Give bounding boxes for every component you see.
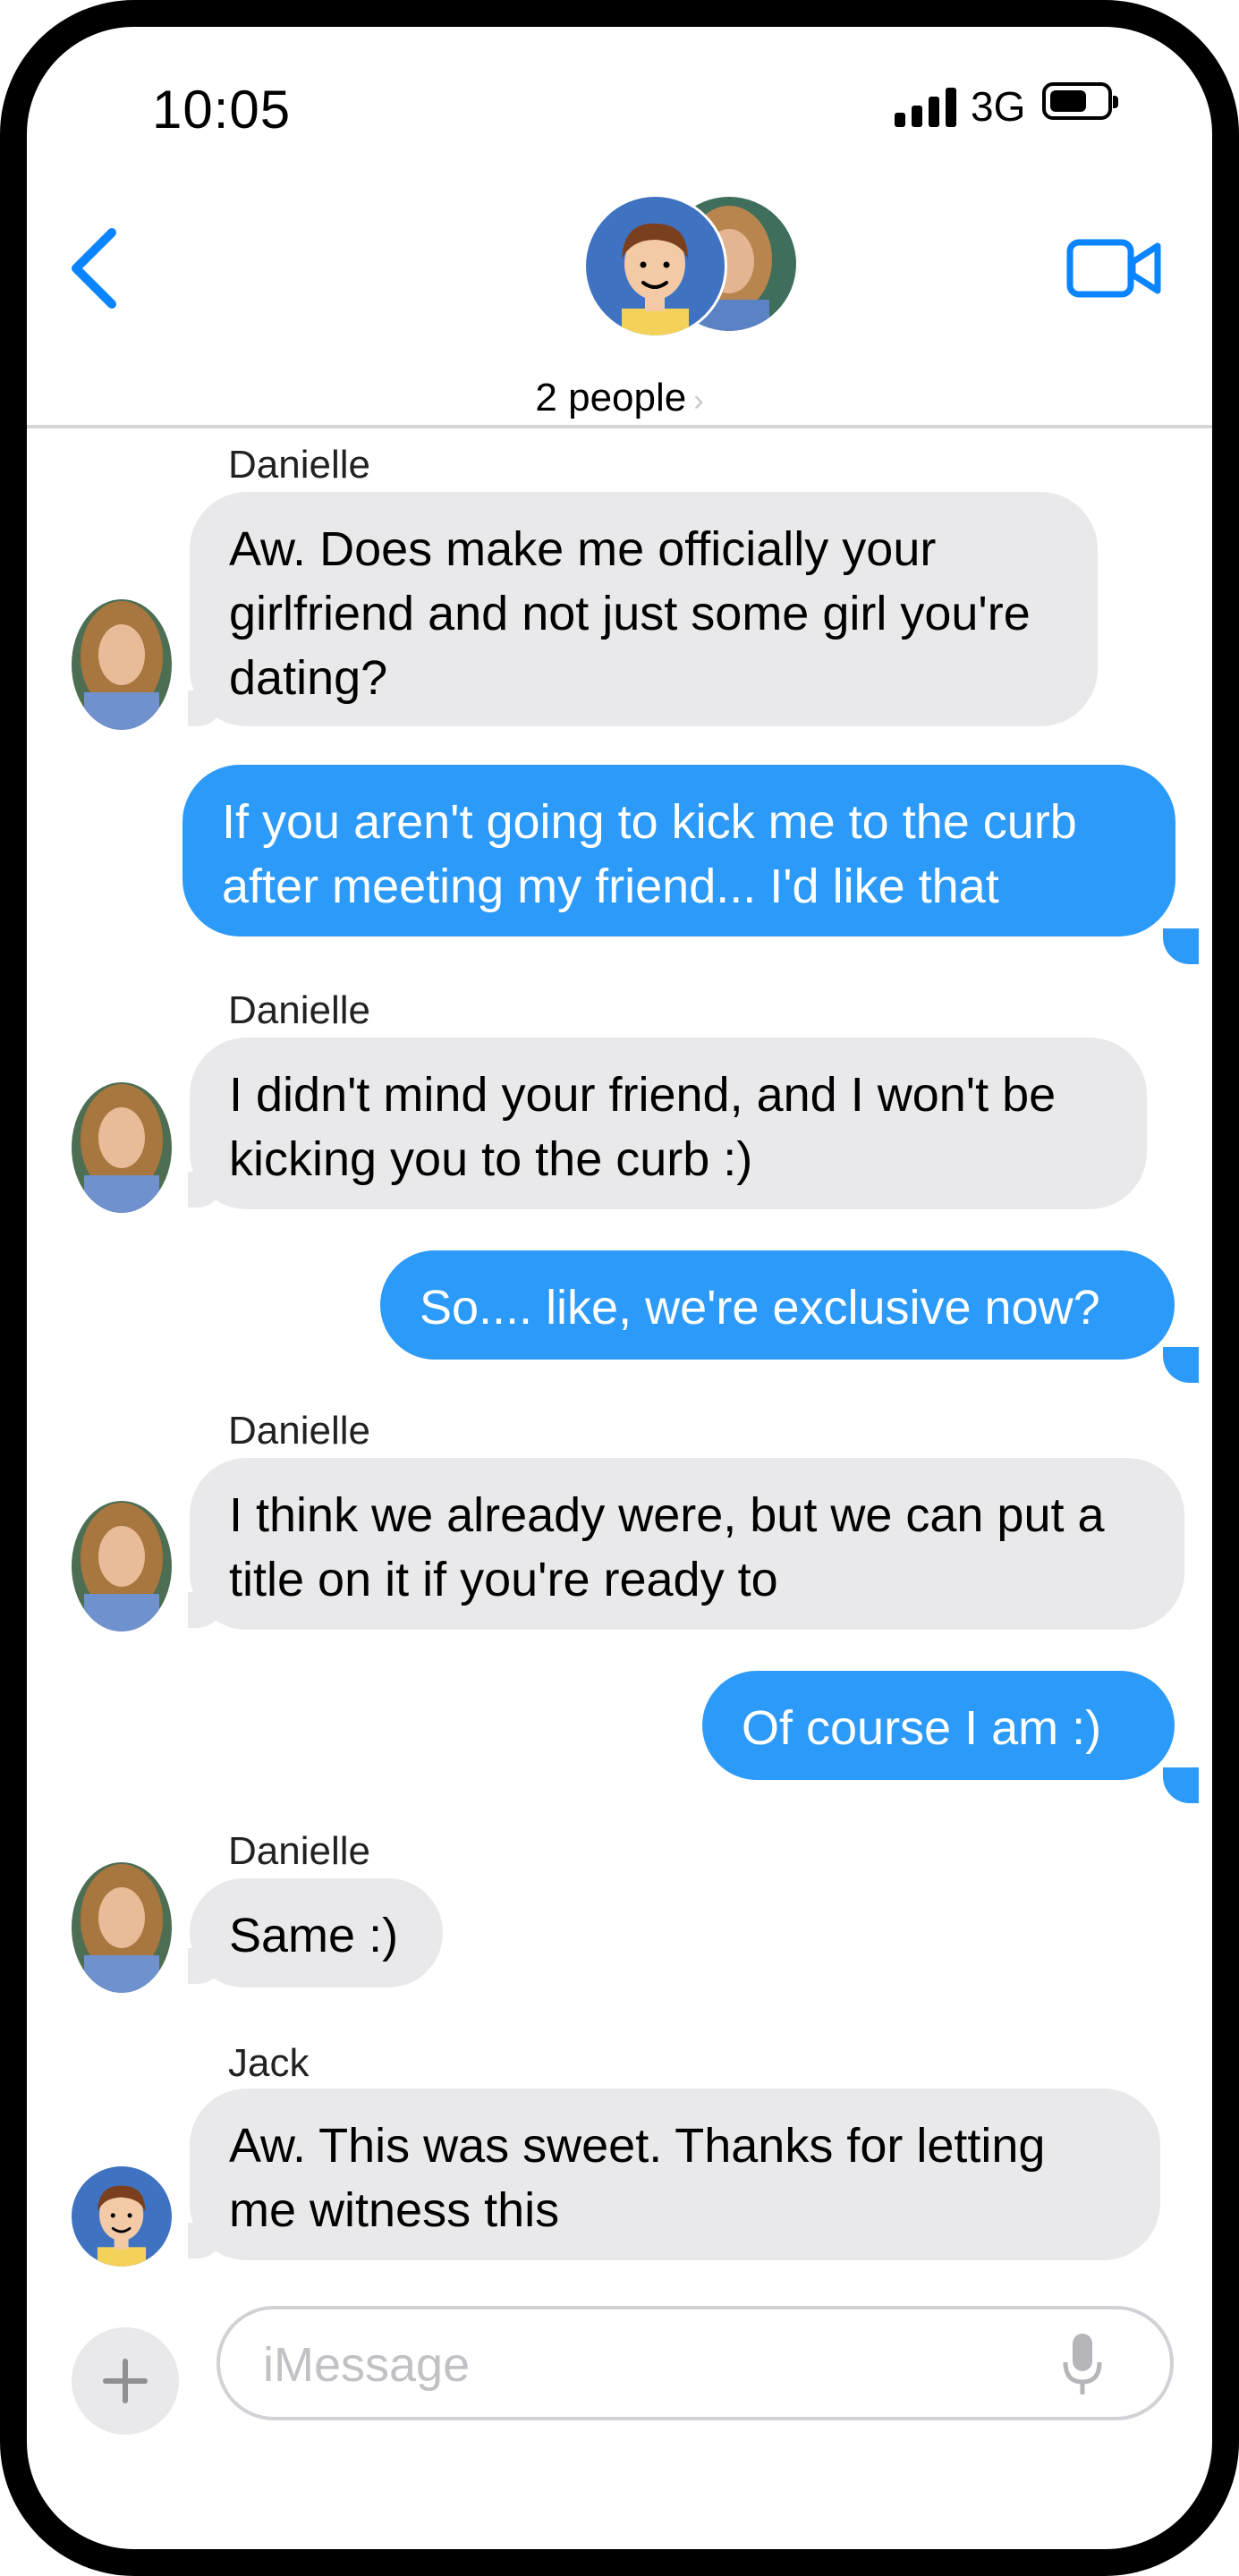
add-attachment-button[interactable]	[72, 2327, 179, 2435]
status-time: 10:05	[152, 80, 292, 140]
incoming-message-bubble[interactable]: Same :)	[190, 1878, 443, 1987]
network-label: 3G	[971, 83, 1026, 130]
bubble-tail	[1163, 1347, 1199, 1383]
danielle-avatar	[72, 1862, 172, 1993]
phone-screen: 10:05 3G 2 people › Danielle Aw. Does ma…	[27, 27, 1212, 2549]
imessage-input[interactable]: iMessage	[216, 2306, 1174, 2420]
people-count-text: 2 people	[535, 376, 687, 419]
group-people-label[interactable]: 2 people ›	[27, 376, 1212, 420]
header-divider	[27, 425, 1212, 428]
chevron-right-icon: ›	[693, 384, 704, 418]
message-sender: Danielle	[228, 1829, 370, 1873]
incoming-message-bubble[interactable]: Aw. This was sweet. Thanks for letting m…	[190, 2089, 1160, 2260]
outgoing-message-bubble[interactable]: Of course I am :)	[702, 1671, 1175, 1780]
message-sender: Danielle	[228, 443, 370, 487]
incoming-message-bubble[interactable]: I think we already were, but we can put …	[190, 1458, 1184, 1630]
incoming-message-bubble[interactable]: Aw. Does make me officially your girlfri…	[190, 492, 1098, 726]
danielle-avatar	[72, 1501, 172, 1631]
outgoing-message-bubble[interactable]: So.... like, we're exclusive now?	[380, 1250, 1175, 1360]
video-call-icon[interactable]	[1065, 228, 1163, 309]
danielle-avatar	[72, 599, 172, 730]
back-chevron-icon[interactable]	[63, 224, 125, 313]
message-sender: Danielle	[228, 988, 370, 1032]
jack-avatar	[586, 197, 725, 335]
bubble-tail	[1163, 928, 1199, 964]
outgoing-message-bubble[interactable]: If you aren't going to kick me to the cu…	[182, 765, 1175, 936]
microphone-icon[interactable]	[1060, 2330, 1105, 2402]
bubble-tail	[1163, 1767, 1199, 1803]
plus-icon	[103, 2359, 148, 2403]
battery-icon	[1042, 82, 1118, 120]
danielle-avatar	[72, 1082, 172, 1213]
jack-avatar	[72, 2166, 172, 2267]
message-sender: Jack	[228, 2041, 310, 2085]
incoming-message-bubble[interactable]: I didn't mind your friend, and I won't b…	[190, 1038, 1147, 1209]
message-sender: Danielle	[228, 1409, 370, 1453]
signal-icon	[895, 88, 956, 127]
group-avatars[interactable]	[586, 197, 796, 349]
